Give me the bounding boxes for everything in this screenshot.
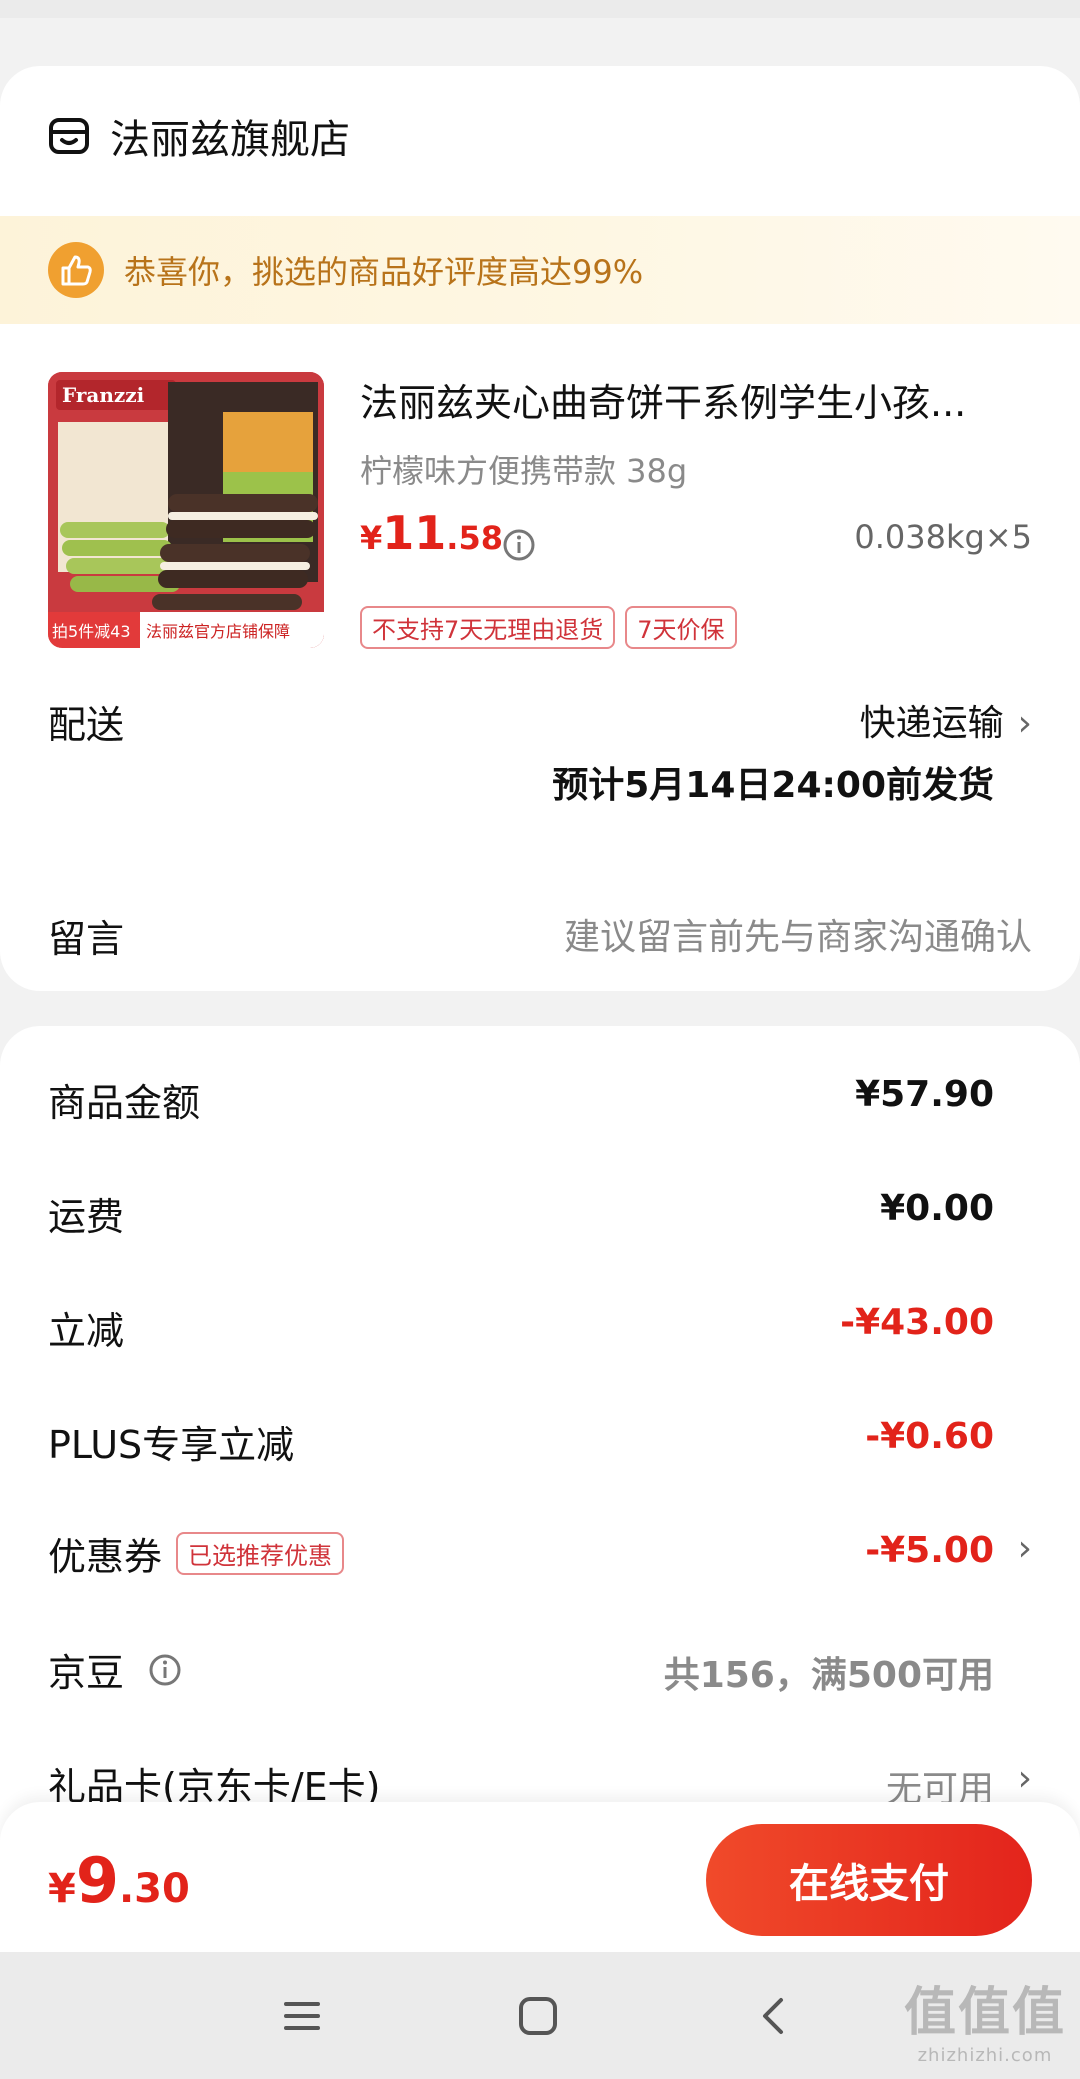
fee-label-jingdou: 京豆 bbox=[48, 1651, 125, 1695]
product-guarantee-text: 法丽兹官方店铺保障 bbox=[146, 622, 290, 641]
fee-value-shipping: ¥0.00 bbox=[880, 1188, 994, 1229]
store-name: 法丽兹旗舰店 bbox=[110, 117, 350, 163]
total-price-integer: 9 bbox=[75, 1844, 119, 1917]
watermark: 值值值 zhizhizhi.com bbox=[904, 1970, 1066, 2066]
pay-bar: ¥ 9 .30 在线支付 bbox=[0, 1802, 1080, 1952]
coupon-tag: 已选推荐优惠 bbox=[176, 1532, 345, 1575]
rating-banner: 恭喜你，挑选的商品好评度高达99% bbox=[0, 216, 1080, 324]
product-spec: 柠檬味方便携带款 38g bbox=[360, 452, 688, 490]
product-price-decimal: .58 bbox=[446, 519, 503, 557]
product-title[interactable]: 法丽兹夹心曲奇饼干系例学生小孩... bbox=[360, 372, 1040, 427]
tag-no-return: 不支持7天无理由退货 bbox=[360, 606, 616, 649]
delivery-eta: 预计5月14日24:00前发货 bbox=[552, 765, 994, 806]
tag-price-protect: 7天价保 bbox=[625, 606, 737, 649]
jingdou-row: 京豆 bbox=[48, 1642, 182, 1697]
total-price-symbol: ¥ bbox=[48, 1866, 76, 1912]
coupon-row[interactable]: 优惠券 已选推荐优惠 bbox=[48, 1526, 345, 1581]
product-brand-text: Franzzi bbox=[62, 383, 145, 407]
fee-label-discount: 立减 bbox=[48, 1309, 125, 1353]
total-price: ¥ 9 .30 bbox=[48, 1844, 190, 1917]
fee-value-discount: -¥43.00 bbox=[840, 1302, 994, 1343]
watermark-main: 值值值 bbox=[903, 1983, 1066, 2043]
home-icon[interactable] bbox=[508, 1988, 568, 2044]
product-image[interactable]: Franzzi 拍5件减43 法丽兹官方店铺保障 bbox=[48, 372, 324, 648]
fee-label-coupon: 优惠券 bbox=[48, 1535, 163, 1579]
chevron-right-icon: › bbox=[1017, 703, 1032, 744]
menu-icon[interactable] bbox=[272, 1988, 332, 2044]
info-icon[interactable] bbox=[502, 528, 536, 562]
product-price: ¥ 11 .58 bbox=[360, 506, 503, 560]
info-icon[interactable] bbox=[148, 1653, 182, 1687]
chevron-right-icon[interactable]: › bbox=[1018, 1528, 1032, 1569]
thumbs-up-icon bbox=[48, 242, 104, 298]
order-card: 法丽兹旗舰店 恭喜你，挑选的商品好评度高达99% Franzzi 拍5件减43 … bbox=[0, 66, 1080, 991]
fee-value-goods: ¥57.90 bbox=[855, 1074, 994, 1115]
product-quantity: 0.038kg×5 bbox=[854, 518, 1032, 556]
message-input[interactable]: 建议留言前先与商家沟通确认 bbox=[564, 908, 1032, 960]
total-price-decimal: .30 bbox=[118, 1866, 190, 1912]
delivery-label: 配送 bbox=[48, 703, 125, 747]
fee-value-jingdou: 共156，满500可用 bbox=[663, 1655, 994, 1696]
product-price-symbol: ¥ bbox=[360, 519, 383, 557]
product-promo-text: 拍5件减43 bbox=[52, 622, 131, 641]
product-price-integer: 11 bbox=[382, 506, 447, 560]
system-nav-bar: 值值值 zhizhizhi.com bbox=[0, 1952, 1080, 2079]
store-icon bbox=[49, 118, 89, 154]
fee-label-goods: 商品金额 bbox=[48, 1081, 201, 1125]
fee-label-shipping: 运费 bbox=[48, 1195, 125, 1239]
fee-label-plus: PLUS专享立减 bbox=[48, 1423, 295, 1467]
chevron-right-icon[interactable]: › bbox=[1018, 1758, 1032, 1799]
pay-online-button[interactable]: 在线支付 bbox=[706, 1824, 1032, 1936]
watermark-sub: zhizhizhi.com bbox=[917, 2045, 1053, 2066]
fee-value-plus: -¥0.60 bbox=[865, 1416, 994, 1457]
product-tags: 不支持7天无理由退货 7天价保 bbox=[360, 606, 737, 649]
fee-value-coupon: -¥5.00 bbox=[865, 1530, 994, 1571]
delivery-method-text: 快递运输 bbox=[859, 703, 1004, 744]
status-strip bbox=[0, 0, 1080, 18]
delivery-method[interactable]: 快递运输 › bbox=[860, 694, 1032, 746]
message-label: 留言 bbox=[48, 917, 125, 961]
store-row[interactable]: 法丽兹旗舰店 bbox=[48, 110, 350, 163]
back-icon[interactable] bbox=[742, 1988, 802, 2044]
rating-text: 恭喜你，挑选的商品好评度高达99% bbox=[124, 253, 644, 291]
